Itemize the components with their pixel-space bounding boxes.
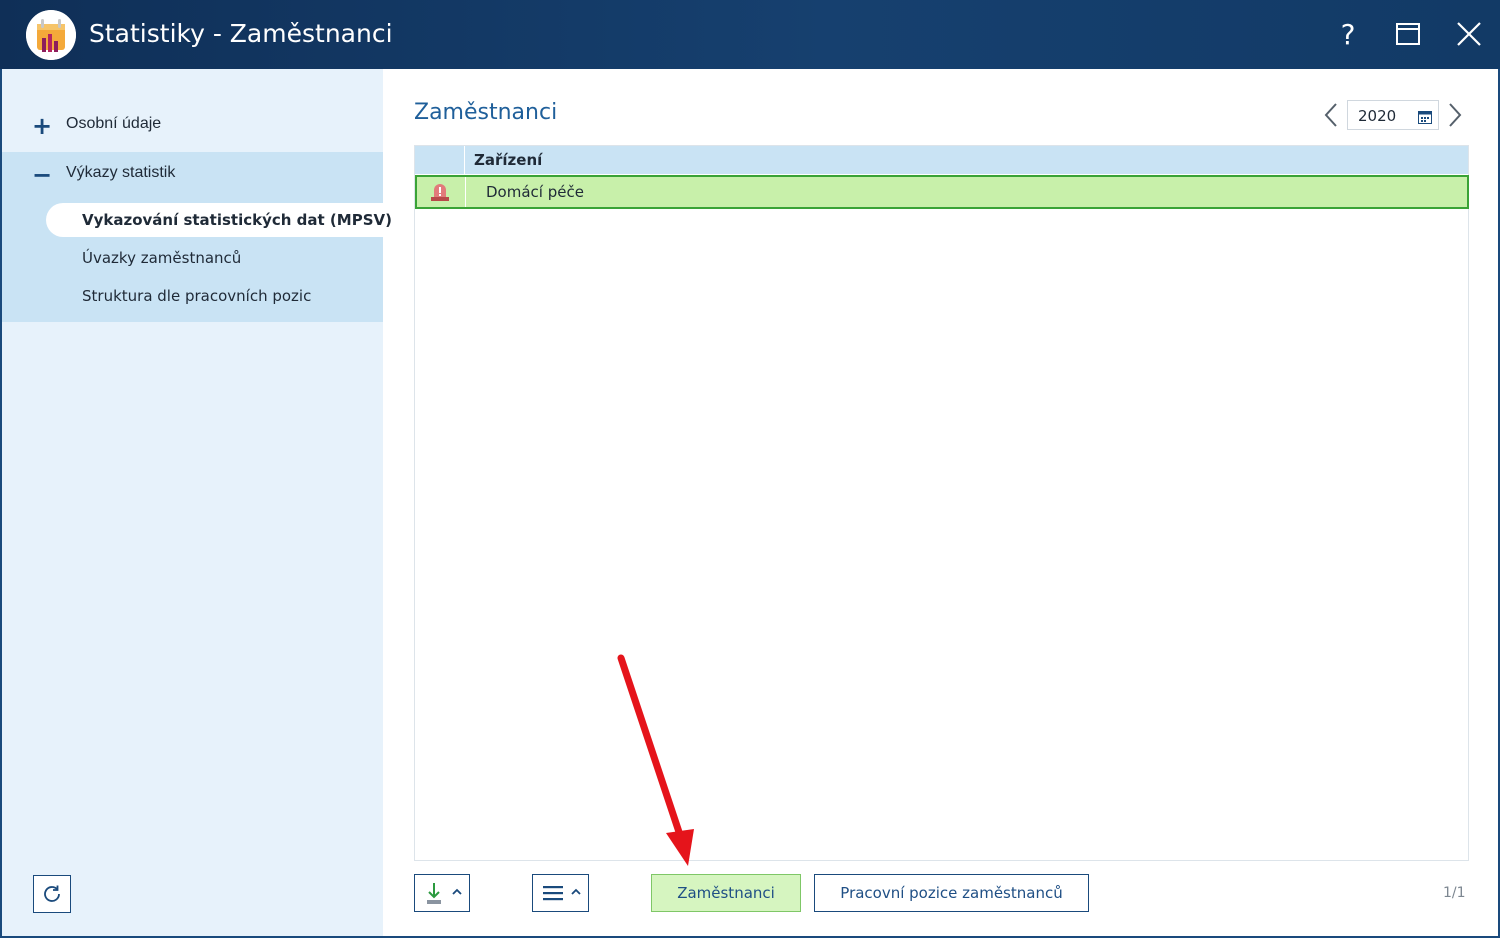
sidebar-group-header[interactable]: + Osobní údaje: [2, 103, 383, 149]
employees-button-label: Zaměstnanci: [677, 884, 775, 902]
year-picker[interactable]: 2020: [1347, 100, 1439, 130]
employees-button[interactable]: Zaměstnanci: [651, 874, 801, 912]
sidebar-item-uvazky[interactable]: Úvazky zaměstnanců: [46, 241, 383, 275]
sidebar-group-header[interactable]: − Výkazy statistik: [2, 152, 383, 198]
facility-name: Domácí péče: [486, 183, 584, 201]
window-title: Statistiky - Zaměstnanci: [89, 19, 393, 48]
options-menu-button[interactable]: [532, 874, 589, 912]
facilities-table: Zařízení Domácí péče: [414, 145, 1469, 861]
alert-siren-icon: [429, 182, 451, 202]
page-indicator: 1/1: [1443, 885, 1466, 901]
sidebar-item-label: Úvazky zaměstnanců: [82, 249, 242, 267]
column-header-zarizeni[interactable]: Zařízení: [474, 151, 542, 169]
expand-plus-icon[interactable]: +: [32, 114, 52, 138]
sidebar-group-osobni-udaje[interactable]: + Osobní údaje: [2, 103, 383, 149]
chevron-up-icon: [571, 888, 581, 895]
year-value: 2020: [1358, 107, 1397, 125]
table-icon-column-header: [415, 146, 465, 174]
chevron-left-icon[interactable]: [1320, 101, 1342, 129]
sidebar: + Osobní údaje − Výkazy statistik Vykazo…: [2, 69, 392, 936]
table-row[interactable]: Domácí péče: [415, 175, 1469, 209]
collapse-minus-icon[interactable]: −: [32, 163, 52, 187]
close-icon[interactable]: [1449, 14, 1489, 54]
sidebar-group-vykazy-statistik: − Výkazy statistik Vykazování statistick…: [2, 152, 392, 322]
sidebar-group-label: Výkazy statistik: [66, 164, 176, 181]
calendar-icon[interactable]: [1418, 109, 1432, 124]
download-icon: [427, 883, 441, 904]
column-divider: [465, 177, 466, 207]
refresh-icon: [44, 885, 60, 902]
refresh-button[interactable]: [33, 875, 71, 913]
title-bar: Statistiky - Zaměstnanci ?: [0, 0, 1500, 69]
employee-positions-button[interactable]: Pracovní pozice zaměstnanců: [814, 874, 1089, 912]
sidebar-item-label: Vykazování statistických dat (MPSV): [82, 211, 392, 229]
statistics-chart-icon: [26, 10, 76, 60]
maximize-icon[interactable]: [1388, 14, 1428, 54]
help-button[interactable]: ?: [1328, 14, 1368, 54]
table-header: Zařízení: [415, 146, 1468, 174]
employee-positions-button-label: Pracovní pozice zaměstnanců: [840, 884, 1063, 902]
sidebar-item-label: Struktura dle pracovních pozic: [82, 287, 312, 305]
chevron-right-icon[interactable]: [1444, 101, 1466, 129]
export-dropdown-button[interactable]: [414, 874, 470, 912]
sidebar-group-label: Osobní údaje: [66, 115, 162, 132]
hamburger-menu-icon: [543, 886, 563, 901]
page-title: Zaměstnanci: [414, 100, 558, 125]
sidebar-item-struktura[interactable]: Struktura dle pracovních pozic: [46, 279, 383, 313]
chevron-up-icon: [452, 888, 462, 895]
sidebar-item-vykazovani-mpsv[interactable]: Vykazování statistických dat (MPSV): [46, 203, 392, 237]
